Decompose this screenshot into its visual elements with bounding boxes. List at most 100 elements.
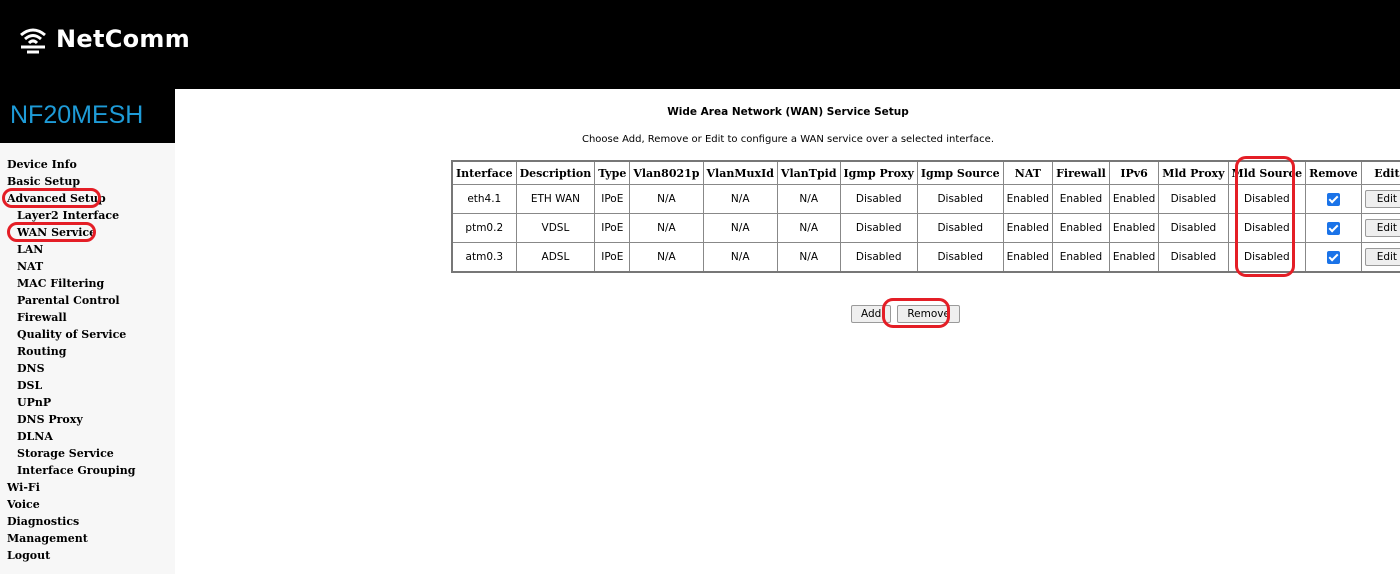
table-cell: Disabled — [839, 242, 918, 273]
remove-button[interactable]: Remove — [897, 305, 960, 323]
table-cell: N/A — [629, 213, 704, 243]
sidebar-item-layer2-interface[interactable]: Layer2 Interface — [7, 207, 136, 224]
table-cell: Enabled — [1002, 213, 1054, 243]
sidebar-item-mac-filtering[interactable]: MAC Filtering — [7, 275, 136, 292]
table-cell: Enabled — [1108, 184, 1160, 214]
table-cell: N/A — [629, 242, 704, 273]
remove-cell — [1305, 213, 1362, 243]
edit-button[interactable]: Edit — [1364, 190, 1400, 208]
table-cell: ADSL — [515, 242, 596, 273]
table-cell: Disabled — [1158, 242, 1229, 273]
table-cell: Enabled — [1052, 184, 1110, 214]
sidebar-item-storage-service[interactable]: Storage Service — [7, 445, 136, 462]
col-header-vlantpid: VlanTpid — [776, 160, 841, 185]
sidebar-item-voice[interactable]: Voice — [7, 496, 136, 513]
edit-cell: Edit — [1360, 242, 1400, 273]
table-cell: Enabled — [1052, 242, 1110, 273]
table-header-row: Interface Description Type Vlan8021p VlanMux… — [451, 160, 1400, 185]
col-header-vlan8021p: Vlan8021p — [629, 160, 704, 185]
sidebar-item-interface-grouping[interactable]: Interface Grouping — [7, 462, 136, 479]
table-cell: VDSL — [515, 213, 596, 243]
table-cell: Enabled — [1002, 184, 1054, 214]
table-cell: N/A — [702, 184, 778, 214]
sidebar-item-quality-of-service[interactable]: Quality of Service — [7, 326, 136, 343]
sidebar-item-dns[interactable]: DNS — [7, 360, 136, 377]
edit-button[interactable]: Edit — [1364, 248, 1400, 266]
col-header-ipv6: IPv6 — [1108, 160, 1160, 185]
edit-cell: Edit — [1360, 184, 1400, 214]
wan-service-table: Interface Description Type Vlan8021p VlanMux… — [451, 160, 1400, 273]
table-cell: IPoE — [594, 242, 631, 273]
sidebar-item-routing[interactable]: Routing — [7, 343, 136, 360]
table-cell: Disabled — [1227, 184, 1307, 214]
col-header-igmp-source: Igmp Source — [916, 160, 1004, 185]
sidebar-item-wi-fi[interactable]: Wi-Fi — [7, 479, 136, 496]
table-actions: Add Remove — [851, 305, 960, 323]
edit-cell: Edit — [1360, 213, 1400, 243]
table-row: ptm0.2 VDSL IPoE N/A N/A N/A Disabled Disabled E… — [451, 213, 1400, 243]
col-header-interface: Interface — [451, 160, 517, 185]
remove-cell — [1305, 184, 1362, 214]
netcomm-logo: NetComm — [18, 24, 190, 54]
col-header-type: Type — [594, 160, 631, 185]
table-cell: IPoE — [594, 213, 631, 243]
table-cell: N/A — [629, 184, 704, 214]
remove-checkbox[interactable] — [1326, 250, 1340, 264]
sidebar-item-management[interactable]: Management — [7, 530, 136, 547]
wifi-logo-icon — [20, 28, 46, 54]
table-cell: Enabled — [1002, 242, 1054, 273]
col-header-description: Description — [515, 160, 596, 185]
table-cell: Enabled — [1108, 242, 1160, 273]
table-row: atm0.3 ADSL IPoE N/A N/A N/A Disabled Disabled E… — [451, 242, 1400, 273]
table-cell: Disabled — [839, 213, 918, 243]
table-cell: Enabled — [1052, 213, 1110, 243]
table-cell: Disabled — [916, 242, 1004, 273]
sidebar-item-dsl[interactable]: DSL — [7, 377, 136, 394]
sidebar-item-advanced-setup[interactable]: Advanced Setup — [7, 190, 136, 207]
table-cell: Disabled — [1158, 184, 1229, 214]
table-cell: N/A — [776, 213, 841, 243]
sidebar-item-wan-service[interactable]: WAN Service — [7, 224, 136, 241]
table-cell: eth4.1 — [451, 184, 517, 214]
table-cell: Disabled — [1158, 213, 1229, 243]
col-header-remove: Remove — [1305, 160, 1362, 185]
remove-cell — [1305, 242, 1362, 273]
table-cell: Disabled — [916, 213, 1004, 243]
page-instructions: Choose Add, Remove or Edit to configure … — [581, 134, 994, 145]
sidebar-item-firewall[interactable]: Firewall — [7, 309, 136, 326]
table-cell: N/A — [702, 213, 778, 243]
remove-checkbox[interactable] — [1326, 221, 1340, 235]
col-header-mld-source: Mld Source — [1227, 160, 1307, 185]
sidebar-item-device-info[interactable]: Device Info — [7, 156, 136, 173]
table-cell: Disabled — [916, 184, 1004, 214]
page-title: Wide Area Network (WAN) Service Setup — [667, 106, 909, 118]
table-cell: Enabled — [1108, 213, 1160, 243]
brand-name: NetComm — [56, 25, 191, 53]
table-cell: ETH WAN — [515, 184, 596, 214]
table-cell: atm0.3 — [451, 242, 517, 273]
col-header-edit: Edit — [1360, 160, 1400, 185]
sidebar-item-nat[interactable]: NAT — [7, 258, 136, 275]
table-cell: Disabled — [1227, 213, 1307, 243]
sidebar-item-upnp[interactable]: UPnP — [7, 394, 136, 411]
sidebar-item-dlna[interactable]: DLNA — [7, 428, 136, 445]
sidebar-item-basic-setup[interactable]: Basic Setup — [7, 173, 136, 190]
table-cell: N/A — [776, 184, 841, 214]
table-cell: IPoE — [594, 184, 631, 214]
model-name: NF20MESH — [10, 101, 144, 129]
remove-checkbox[interactable] — [1326, 192, 1340, 206]
edit-button[interactable]: Edit — [1364, 219, 1400, 237]
sidebar-item-lan[interactable]: LAN — [7, 241, 136, 258]
table-cell: Disabled — [1227, 242, 1307, 273]
sidebar-item-dns-proxy[interactable]: DNS Proxy — [7, 411, 136, 428]
col-header-vlanmuxid: VlanMuxId — [702, 160, 778, 185]
col-header-firewall: Firewall — [1052, 160, 1110, 185]
add-button[interactable]: Add — [851, 305, 892, 323]
sidebar-item-logout[interactable]: Logout — [7, 547, 136, 564]
table-cell: Disabled — [839, 184, 918, 214]
table-cell: ptm0.2 — [451, 213, 517, 243]
sidebar-item-diagnostics[interactable]: Diagnostics — [7, 513, 136, 530]
table-cell: N/A — [702, 242, 778, 273]
col-header-igmp-proxy: Igmp Proxy — [839, 160, 918, 185]
sidebar-item-parental-control[interactable]: Parental Control — [7, 292, 136, 309]
